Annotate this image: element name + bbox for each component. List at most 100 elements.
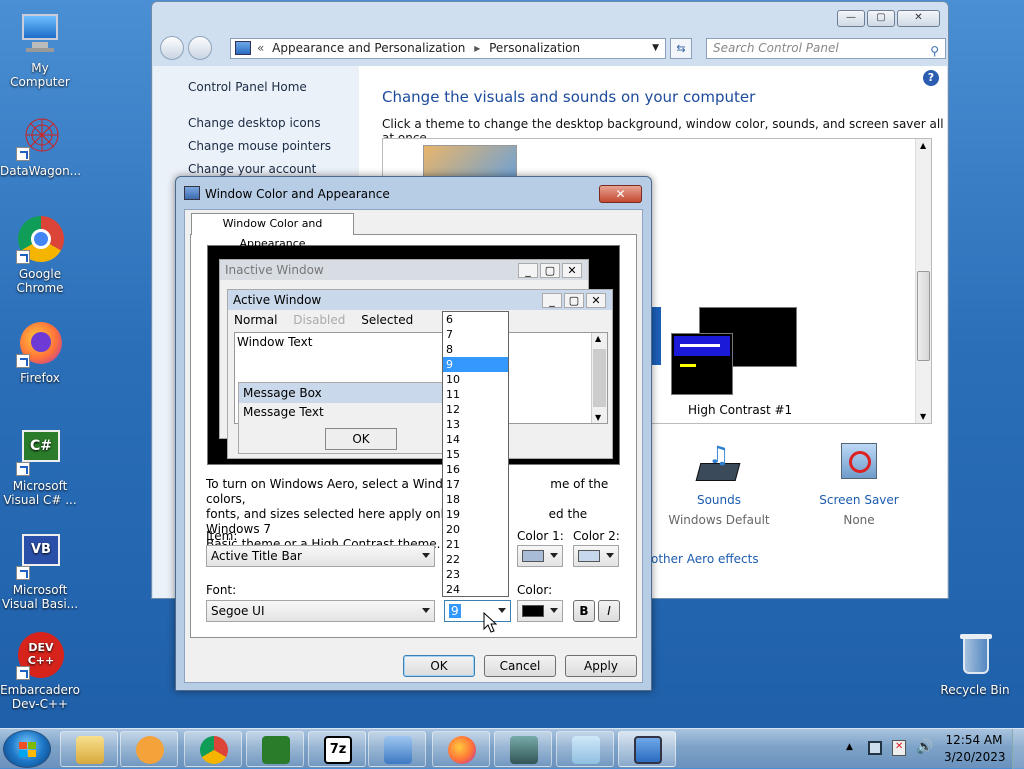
preview-message-text: Message Text <box>243 405 324 419</box>
taskbar-devices[interactable] <box>494 731 552 767</box>
taskbar-chrome[interactable] <box>184 731 242 767</box>
font-size-dropdown[interactable]: 9 <box>444 600 511 622</box>
font-size-option[interactable]: 20 <box>443 522 508 537</box>
font-size-option[interactable]: 6 <box>443 312 508 327</box>
chevron-up-icon[interactable]: ▲ <box>846 742 853 752</box>
action-center-icon[interactable]: ✕ <box>892 740 906 756</box>
network-icon[interactable] <box>868 741 882 755</box>
close-button[interactable]: ✕ <box>897 10 940 27</box>
start-button[interactable] <box>3 730 51 768</box>
font-color-picker[interactable] <box>517 600 563 622</box>
tab-window-color[interactable]: Window Color and Appearance <box>191 213 354 250</box>
forward-button[interactable] <box>188 36 212 60</box>
apply-button[interactable]: Apply <box>565 655 637 677</box>
taskbar-visual-csharp[interactable] <box>246 731 304 767</box>
font-size-option[interactable]: 14 <box>443 432 508 447</box>
desktop-icon-chrome[interactable]: Google Chrome <box>0 216 80 295</box>
desktop-icon-firefox[interactable]: Firefox <box>0 320 80 385</box>
font-size-option[interactable]: 11 <box>443 387 508 402</box>
preview-ok-button: OK <box>325 428 397 450</box>
search-input[interactable]: Search Control Panel ⚲ <box>706 38 946 59</box>
taskbar-control-panel[interactable] <box>368 731 426 767</box>
notepad-icon <box>572 736 600 764</box>
taskbar-notepad[interactable] <box>556 731 614 767</box>
desktop-icon-datawagon[interactable]: DataWagon... <box>0 113 81 178</box>
dialog-close-button[interactable]: ✕ <box>599 185 642 203</box>
font-size-option[interactable]: 8 <box>443 342 508 357</box>
sounds-value: Windows Default <box>668 513 770 527</box>
color1-label: Color 1: <box>517 529 564 543</box>
address-bar[interactable]: « Appearance and Personalization ▸ Perso… <box>230 38 666 59</box>
font-size-option[interactable]: 19 <box>443 507 508 522</box>
desktop-icon-recycle-bin[interactable]: Recycle Bin <box>935 632 1015 697</box>
taskbar-explorer[interactable] <box>60 731 118 767</box>
sounds-icon: ♫ <box>694 441 744 487</box>
breadcrumb-personalization[interactable]: Personalization <box>489 41 580 55</box>
color2-picker[interactable] <box>573 545 619 567</box>
italic-button[interactable]: I <box>598 600 620 622</box>
font-size-option[interactable]: 9 <box>443 357 508 372</box>
font-size-value: 9 <box>449 604 461 618</box>
taskbar-personalization[interactable] <box>618 731 676 767</box>
window-color-dialog: Window Color and Appearance ✕ Window Col… <box>175 176 652 691</box>
sidebar-item-control-panel-home[interactable]: Control Panel Home <box>188 80 307 94</box>
desktop-icon-visual-basic[interactable]: VB Microsoft Visual Basi... <box>0 532 80 611</box>
desktop-icon-my-computer[interactable]: My Computer <box>0 10 80 89</box>
breadcrumb-appearance[interactable]: Appearance and Personalization <box>272 41 465 55</box>
dialog-body: Window Color and Appearance Inactive Win… <box>184 209 643 683</box>
sidebar-item-desktop-icons[interactable]: Change desktop icons <box>188 116 321 130</box>
font-size-option[interactable]: 22 <box>443 552 508 567</box>
font-color-swatch <box>522 605 544 617</box>
info-line-1: To turn on Windows Aero, select a Window… <box>206 477 467 491</box>
cancel-button[interactable]: Cancel <box>484 655 556 677</box>
bold-button[interactable]: B <box>573 600 595 622</box>
sounds-link[interactable]: Sounds <box>659 493 779 507</box>
font-size-option[interactable]: 12 <box>443 402 508 417</box>
sidebar-item-mouse-pointers[interactable]: Change mouse pointers <box>188 139 331 153</box>
preview-window-text: Window Text <box>237 335 313 349</box>
help-icon[interactable]: ? <box>923 70 939 86</box>
high-contrast-theme-preview[interactable] <box>671 307 797 397</box>
taskbar-firefox[interactable] <box>432 731 490 767</box>
desktop-icon-label: Google Chrome <box>16 267 64 295</box>
maximize-button[interactable]: ▢ <box>867 10 895 27</box>
font-dropdown[interactable]: Segoe UI <box>206 600 435 622</box>
aero-effects-link[interactable]: other Aero effects <box>651 552 759 566</box>
screen-saver-setting[interactable]: Screen Saver None <box>799 441 919 527</box>
clock-time[interactable]: 12:54 AM <box>944 733 1004 747</box>
font-size-option[interactable]: 17 <box>443 477 508 492</box>
recycle-bin-icon <box>951 632 999 680</box>
volume-icon[interactable]: 🔊 <box>916 739 933 755</box>
font-size-option[interactable]: 7 <box>443 327 508 342</box>
font-size-option[interactable]: 16 <box>443 462 508 477</box>
screen-saver-link[interactable]: Screen Saver <box>799 493 919 507</box>
desktop-icon-devcpp[interactable]: DEV C++ Embarcadero Dev-C++ <box>0 632 80 711</box>
taskbar-7zip[interactable]: 7z <box>308 731 366 767</box>
appearance-preview[interactable]: Inactive Window _ ▢ ✕ Active Window _ ▢ … <box>207 245 620 465</box>
font-size-option[interactable]: 21 <box>443 537 508 552</box>
ok-button[interactable]: OK <box>403 655 475 677</box>
color1-picker[interactable] <box>517 545 563 567</box>
clock-date[interactable]: 3/20/2023 <box>944 750 1006 764</box>
font-size-option[interactable]: 24 <box>443 582 508 597</box>
scroll-thumb[interactable] <box>917 271 930 361</box>
screen-saver-icon <box>835 441 883 487</box>
font-size-option[interactable]: 23 <box>443 567 508 582</box>
font-size-option[interactable]: 10 <box>443 372 508 387</box>
show-desktop-button[interactable] <box>1012 729 1024 769</box>
taskbar-media-player[interactable] <box>120 731 178 767</box>
item-dropdown[interactable]: Active Title Bar <box>206 545 435 567</box>
font-size-option[interactable]: 15 <box>443 447 508 462</box>
desktop-icon-visual-csharp[interactable]: C# Microsoft Visual C# ... <box>0 428 80 507</box>
refresh-button[interactable]: ⇆ <box>670 38 692 59</box>
font-size-option[interactable]: 18 <box>443 492 508 507</box>
sounds-setting[interactable]: ♫ Sounds Windows Default <box>659 441 779 527</box>
back-button[interactable] <box>160 36 184 60</box>
csharp-icon <box>262 736 290 764</box>
color2-swatch <box>578 550 600 562</box>
minimize-button[interactable]: — <box>837 10 865 27</box>
font-size-list[interactable]: 6 7 8 9 10 11 12 13 14 15 16 17 18 19 20 21 22 23 24 <box>442 311 509 597</box>
theme-list-scrollbar[interactable]: ▲ ▼ <box>915 139 931 423</box>
font-size-option[interactable]: 13 <box>443 417 508 432</box>
chevron-down-icon[interactable]: ▼ <box>652 39 659 58</box>
